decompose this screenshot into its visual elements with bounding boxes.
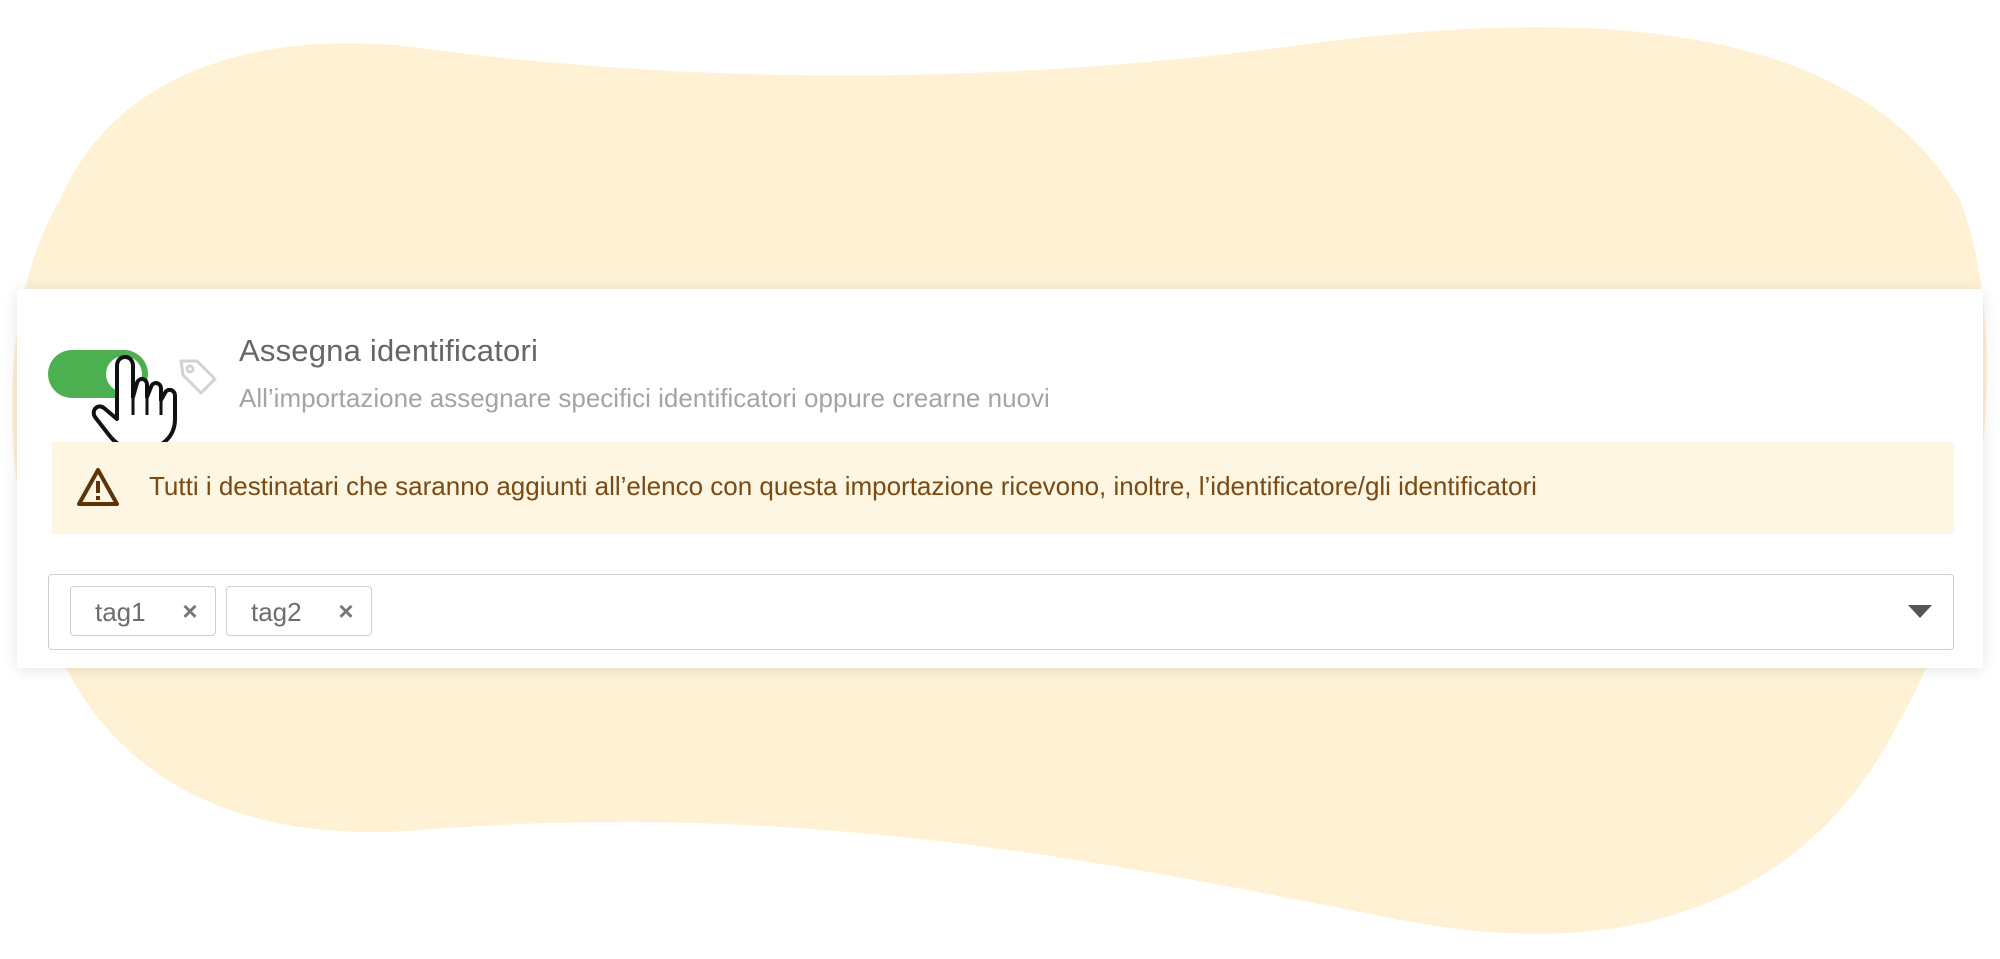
tag-chip: tag2 × <box>226 586 372 636</box>
warning-text: Tutti i destinatari che saranno aggiunti… <box>149 471 1537 501</box>
warning-triangle-icon <box>77 468 119 506</box>
caret-down-icon[interactable] <box>1905 599 1935 625</box>
stage: Assegna identificatori All’importazione … <box>0 0 2000 959</box>
tag-chip-label: tag2 <box>251 597 302 627</box>
remove-tag-icon[interactable]: × <box>177 597 203 625</box>
section-description: All’importazione assegnare specifici ide… <box>239 383 1050 413</box>
hand-pointer-icon <box>91 355 177 451</box>
tag-chip: tag1 × <box>70 586 216 636</box>
tags-select[interactable]: tag1 × tag2 × <box>48 574 1954 650</box>
remove-tag-icon[interactable]: × <box>333 597 359 625</box>
tag-chip-label: tag1 <box>95 597 146 627</box>
assign-tags-card: Assegna identificatori All’importazione … <box>17 289 1983 668</box>
warning-banner: Tutti i destinatari che saranno aggiunti… <box>52 442 1954 534</box>
section-title: Assegna identificatori <box>239 333 539 368</box>
